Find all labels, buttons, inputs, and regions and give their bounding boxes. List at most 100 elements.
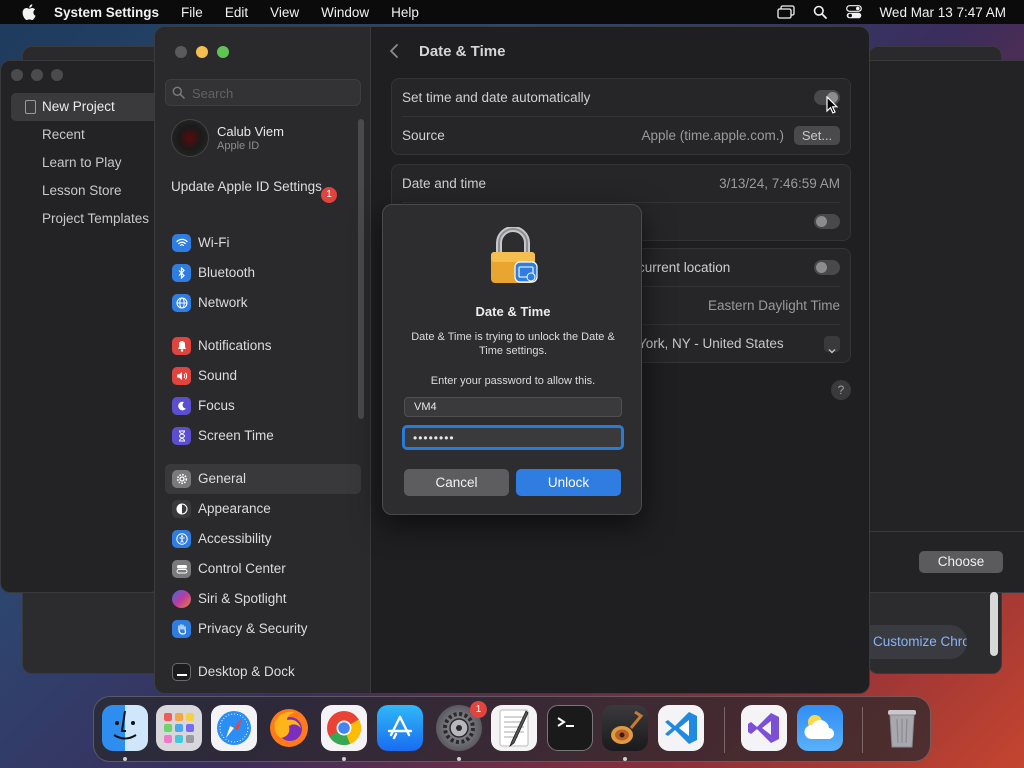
mouse-pointer-icon [826, 95, 839, 117]
sidebar-item-network[interactable]: Network [165, 288, 361, 318]
nav-item-new-project[interactable]: New Project [11, 93, 161, 121]
close-button[interactable] [175, 46, 187, 58]
sidebar-item-appearance[interactable]: Appearance [165, 494, 361, 524]
notification-badge: 1 [321, 187, 337, 203]
menu-help[interactable]: Help [380, 5, 430, 20]
background-project-chooser-window[interactable]: Choose [868, 60, 1024, 593]
account-name: Calub Viem [217, 124, 284, 139]
terminal-icon[interactable] [547, 705, 593, 751]
app-store-icon[interactable] [377, 705, 423, 751]
date-time-value: 3/13/24, 7:46:59 AM [719, 176, 840, 191]
gear-icon [172, 470, 191, 488]
garageband-icon[interactable] [602, 705, 648, 751]
trash-icon[interactable] [879, 705, 925, 751]
page-title: Date & Time [419, 43, 506, 60]
sidebar-item-desktop-dock[interactable]: Desktop & Dock [165, 657, 361, 687]
help-button[interactable]: ? [831, 380, 851, 400]
sidebar-item-wifi[interactable]: Wi-Fi [165, 228, 361, 258]
set-source-button[interactable]: Set... [794, 126, 840, 145]
sidebar-item-notifications[interactable]: Notifications [165, 331, 361, 361]
password-field[interactable] [402, 425, 624, 450]
bg-zoom-button[interactable] [51, 69, 63, 81]
update-apple-id-settings[interactable]: Update Apple ID Settings [171, 179, 341, 195]
control-center-icon [172, 560, 191, 578]
running-indicator [457, 757, 461, 761]
sidebar-item-label: Screen Time [198, 428, 274, 443]
control-center-menu-icon[interactable] [837, 0, 871, 24]
nav-item-learn-to-play[interactable]: Learn to Play [11, 149, 161, 177]
timezone-value: Eastern Daylight Time [707, 298, 840, 313]
zoom-button[interactable] [217, 46, 229, 58]
sidebar-item-label: General [198, 471, 247, 486]
vscode-icon[interactable] [658, 705, 704, 751]
menu-window[interactable]: Window [310, 5, 380, 20]
sidebar-item-accessibility[interactable]: Accessibility [165, 524, 361, 554]
screen-mirroring-icon[interactable] [769, 0, 803, 24]
dock: 1 [93, 696, 931, 762]
hand-icon [172, 620, 191, 638]
sidebar-item-bluetooth[interactable]: Bluetooth [165, 258, 361, 288]
sidebar-item-label: Control Center [198, 561, 286, 576]
bg-close-button[interactable] [11, 69, 23, 81]
moon-icon [172, 397, 191, 415]
firefox-icon[interactable] [266, 705, 312, 751]
nav-item-project-templates[interactable]: Project Templates [11, 205, 161, 233]
wifi-icon [172, 234, 191, 252]
menu-file[interactable]: File [170, 5, 214, 20]
sidebar-group-desktop: Desktop & Dock [165, 657, 361, 687]
menu-edit[interactable]: Edit [214, 5, 259, 20]
menu-app-name[interactable]: System Settings [54, 5, 170, 20]
clock-option-toggle[interactable] [814, 214, 840, 229]
sidebar-item-general[interactable]: General [165, 464, 361, 494]
nav-item-recent[interactable]: Recent [11, 121, 161, 149]
username-field[interactable] [404, 397, 622, 417]
sidebar-item-label: Accessibility [198, 531, 272, 546]
globe-icon [172, 294, 191, 312]
sidebar-item-focus[interactable]: Focus [165, 391, 361, 421]
sidebar-item-siri-spotlight[interactable]: Siri & Spotlight [165, 584, 361, 614]
textedit-icon[interactable] [491, 705, 537, 751]
avatar [171, 119, 209, 157]
background-garageband-window[interactable]: New Project Recent Learn to Play Lesson … [0, 60, 161, 593]
safari-icon[interactable] [211, 705, 257, 751]
weather-icon[interactable] [797, 705, 843, 751]
date-time-label: Date and time [402, 176, 487, 191]
launchpad-icon[interactable] [156, 705, 202, 751]
spotlight-search-icon[interactable] [803, 0, 837, 24]
menu-view[interactable]: View [259, 5, 310, 20]
appearance-icon [172, 500, 191, 518]
choose-button[interactable]: Choose [919, 551, 1003, 573]
bg-minimize-button[interactable] [31, 69, 43, 81]
dialog-message: Date & Time is trying to unlock the Date… [411, 331, 615, 357]
search-input[interactable] [192, 83, 352, 103]
bell-icon [172, 337, 191, 355]
menu-bar: System Settings File Edit View Window He… [0, 0, 1024, 24]
back-chevron-icon[interactable] [389, 43, 399, 63]
source-label: Source [402, 128, 445, 143]
minimize-button[interactable] [196, 46, 208, 58]
background-chrome-window[interactable]: Customize Chrome [868, 592, 1002, 674]
apple-menu-icon[interactable] [18, 4, 40, 20]
menu-clock[interactable]: Wed Mar 13 7:47 AM [871, 5, 1024, 20]
customize-chrome-button[interactable]: Customize Chrome [869, 625, 967, 659]
unlock-button[interactable]: Unlock [516, 469, 621, 496]
location-toggle[interactable] [814, 260, 840, 275]
sidebar-search[interactable] [165, 79, 361, 106]
sidebar-item-sound[interactable]: Sound [165, 361, 361, 391]
cancel-button[interactable]: Cancel [404, 469, 509, 496]
visual-studio-icon[interactable] [741, 705, 787, 751]
sidebar-scrollbar[interactable] [358, 119, 364, 419]
nav-item-lesson-store[interactable]: Lesson Store [11, 177, 161, 205]
chrome-scrollbar[interactable] [990, 592, 998, 656]
sidebar-item-privacy-security[interactable]: Privacy & Security [165, 614, 361, 644]
sidebar-item-screen-time[interactable]: Screen Time [165, 421, 361, 451]
closest-city-value: York, NY - United States [638, 336, 784, 351]
chrome-icon[interactable] [321, 705, 367, 751]
chevron-down-icon[interactable] [824, 336, 840, 354]
nav-item-label: New Project [42, 99, 115, 114]
dialog-title: Date & Time [475, 304, 551, 319]
sidebar-item-control-center[interactable]: Control Center [165, 554, 361, 584]
finder-icon[interactable] [102, 705, 148, 751]
apple-id-account[interactable]: Calub Viem Apple ID [171, 119, 361, 159]
accessibility-icon [172, 530, 191, 548]
